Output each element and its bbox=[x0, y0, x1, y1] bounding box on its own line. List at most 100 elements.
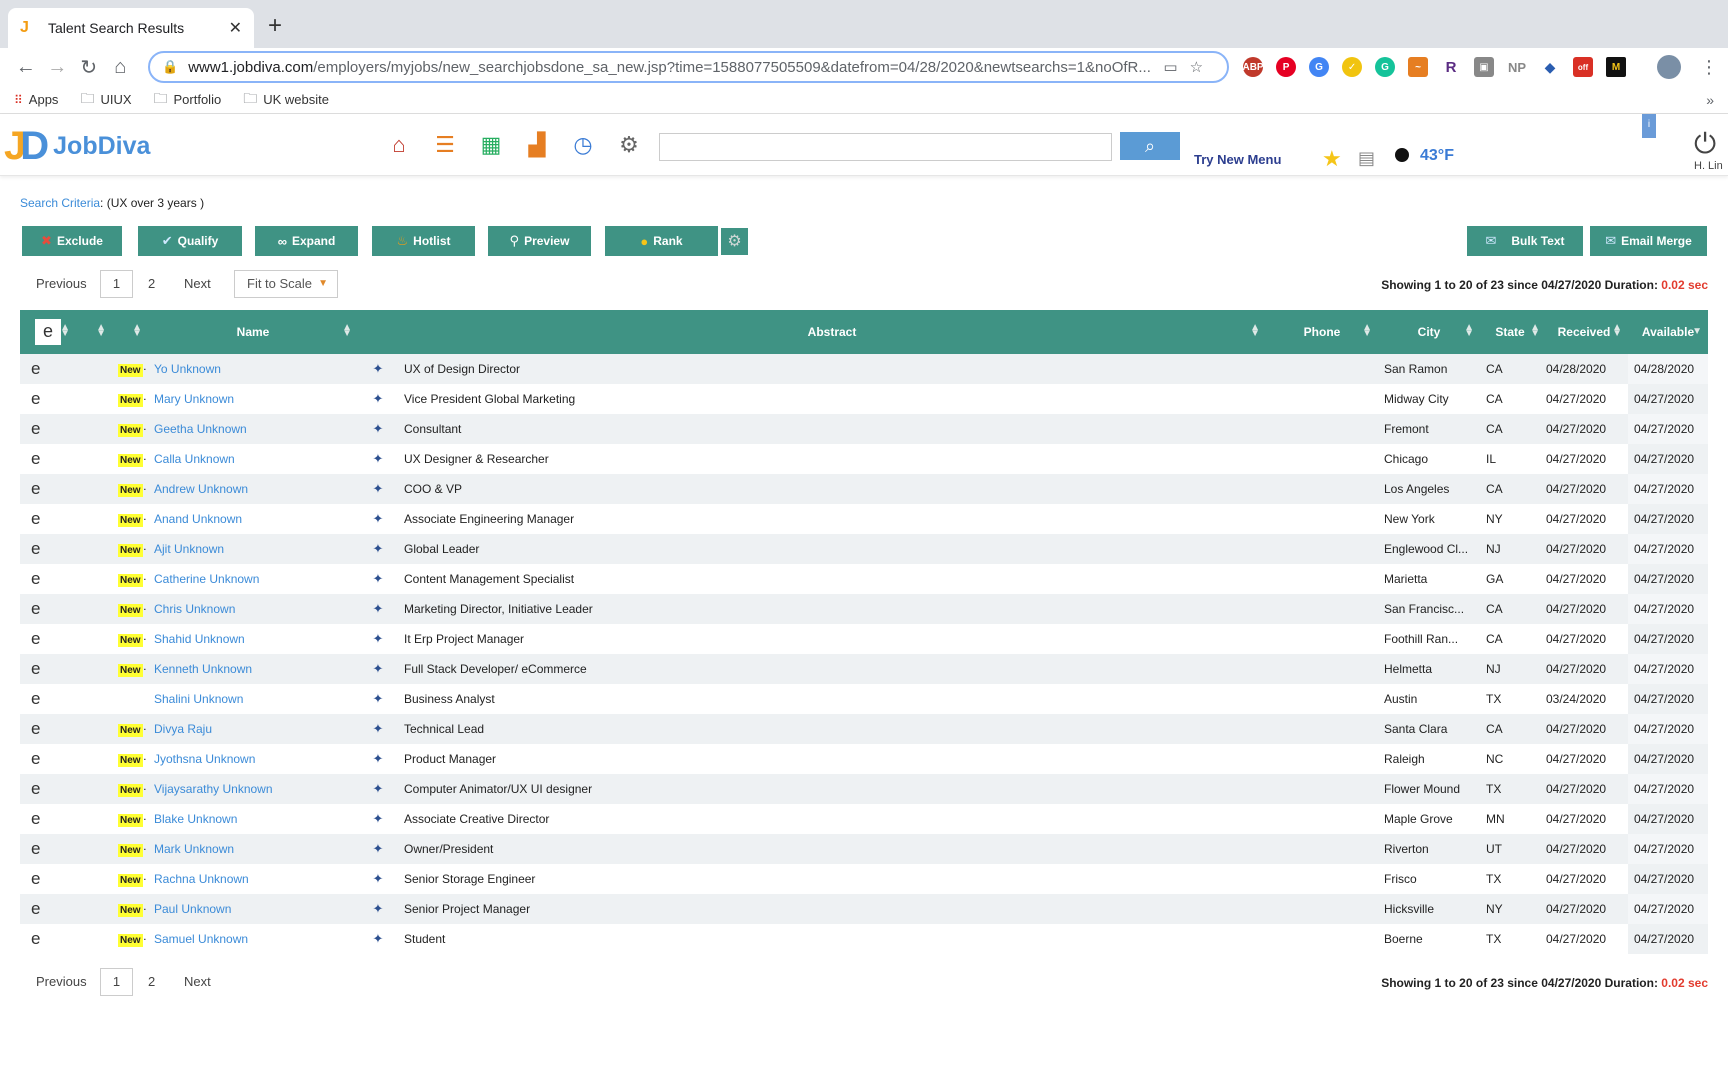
new-tab-icon[interactable]: + bbox=[268, 12, 282, 40]
bookmark-apps[interactable]: ⠿ Apps bbox=[14, 92, 58, 107]
pin-icon[interactable]: ✦ bbox=[358, 594, 398, 624]
e-icon[interactable]: e bbox=[20, 504, 76, 534]
menu-lines-icon[interactable]: ☰ bbox=[432, 132, 458, 158]
reload-icon[interactable]: ↻ bbox=[73, 55, 105, 80]
news-icon[interactable]: ▤ bbox=[1358, 148, 1375, 169]
page-2-link[interactable]: 2 bbox=[148, 276, 155, 291]
gear-icon[interactable]: ⚙ bbox=[616, 132, 642, 158]
table-row[interactable]: e New Geetha Unknown ✦ Consultant Fremont CA 04… bbox=[20, 414, 1708, 444]
grammarly-extension-icon[interactable]: G bbox=[1375, 57, 1396, 77]
pin-icon[interactable]: ✦ bbox=[358, 474, 398, 504]
sort-desc-icon[interactable]: ▼ bbox=[1692, 327, 1702, 337]
table-row[interactable]: e New Mary Unknown ✦ Vice President Global M… bbox=[20, 384, 1708, 414]
sort-icon[interactable]: ▲ ▼ bbox=[60, 323, 70, 339]
candidate-name-link[interactable]: Mary Unknown bbox=[148, 384, 358, 414]
bookmark-uiux[interactable]: 🗀 UIUX bbox=[80, 88, 131, 112]
jobdiva-logo[interactable]: JD JobDiva bbox=[4, 126, 150, 166]
sort-icon[interactable]: ▲ ▼ bbox=[1464, 323, 1474, 339]
candidate-name-link[interactable]: Samuel Unknown bbox=[148, 924, 358, 954]
profile-avatar[interactable] bbox=[1657, 55, 1682, 79]
table-row[interactable]: e New Samuel Unknown ✦ Student Boerne TX 04/27/… bbox=[20, 924, 1708, 954]
pin-icon[interactable]: ✦ bbox=[358, 774, 398, 804]
back-icon[interactable]: ← bbox=[10, 56, 42, 79]
next-page-link[interactable]: Next bbox=[184, 276, 211, 291]
candidate-name-link[interactable]: Mark Unknown bbox=[148, 834, 358, 864]
table-row[interactable]: e New Yo Unknown ✦ UX of Design Director San … bbox=[20, 354, 1708, 384]
pin-icon[interactable]: ✦ bbox=[358, 414, 398, 444]
table-row[interactable]: e New Ajit Unknown ✦ Global Leader Englewood … bbox=[20, 534, 1708, 564]
candidate-name-link[interactable]: Catherine Unknown bbox=[148, 564, 358, 594]
abstract-header[interactable]: Abstract ▲ ▼ bbox=[398, 310, 1266, 354]
grid-icon[interactable]: ▦ bbox=[478, 132, 504, 158]
pin-icon[interactable]: ✦ bbox=[358, 504, 398, 534]
candidate-name-link[interactable]: Shalini Unknown bbox=[148, 684, 358, 714]
e-icon[interactable]: e bbox=[20, 864, 76, 894]
sort-icon[interactable]: ▲ ▼ bbox=[1250, 323, 1260, 339]
bar-chart-icon[interactable]: ▟ bbox=[524, 132, 550, 158]
candidate-name-link[interactable]: Chris Unknown bbox=[148, 594, 358, 624]
sort-icon[interactable]: ▲ ▼ bbox=[132, 323, 142, 339]
candidate-name-link[interactable]: Kenneth Unknown bbox=[148, 654, 358, 684]
table-row[interactable]: e New Paul Unknown ✦ Senior Project Manager H… bbox=[20, 894, 1708, 924]
candidate-name-link[interactable]: Divya Raju bbox=[148, 714, 358, 744]
bookmark-star-icon[interactable]: ▭☆ bbox=[1163, 58, 1215, 76]
e-icon[interactable]: e bbox=[20, 894, 76, 924]
email-merge-button[interactable]: ✉ Email Merge bbox=[1590, 226, 1707, 256]
e-icon[interactable]: e bbox=[20, 414, 76, 444]
candidate-name-link[interactable]: Yo Unknown bbox=[148, 354, 358, 384]
e-icon[interactable]: e bbox=[20, 624, 76, 654]
e-icon[interactable]: e bbox=[20, 564, 76, 594]
quick-search-input[interactable] bbox=[659, 133, 1112, 161]
e-icon[interactable]: e bbox=[20, 654, 76, 684]
pin-icon[interactable]: ✦ bbox=[358, 564, 398, 594]
pin-icon[interactable]: ✦ bbox=[358, 654, 398, 684]
pin-icon[interactable]: ✦ bbox=[358, 714, 398, 744]
pin-icon[interactable]: ✦ bbox=[358, 354, 398, 384]
screenshot-extension-icon[interactable]: ▣ bbox=[1474, 57, 1495, 77]
candidate-name-link[interactable]: Geetha Unknown bbox=[148, 414, 358, 444]
city-header[interactable]: City ▲ ▼ bbox=[1378, 310, 1480, 354]
e-icon[interactable]: e bbox=[20, 834, 76, 864]
e-icon[interactable]: e bbox=[20, 804, 76, 834]
candidate-name-link[interactable]: Vijaysarathy Unknown bbox=[148, 774, 358, 804]
bookmarks-more-icon[interactable]: » bbox=[1706, 92, 1714, 108]
candidate-name-link[interactable]: Calla Unknown bbox=[148, 444, 358, 474]
pin-icon[interactable]: ✦ bbox=[358, 744, 398, 774]
power-icon[interactable]: ⏻ bbox=[1694, 128, 1716, 161]
info-icon[interactable]: i bbox=[1642, 114, 1656, 138]
candidate-name-link[interactable]: Anand Unknown bbox=[148, 504, 358, 534]
select-all-header[interactable]: e ▲ ▼ bbox=[20, 310, 76, 354]
expand-button[interactable]: ∞ Expand bbox=[255, 226, 358, 256]
bookmark-uk-website[interactable]: 🗀 UK website bbox=[243, 88, 329, 112]
pin-icon[interactable]: ✦ bbox=[358, 444, 398, 474]
pin-icon[interactable]: ✦ bbox=[358, 684, 398, 714]
received-header[interactable]: Received ▲ ▼ bbox=[1540, 310, 1628, 354]
forward-icon[interactable]: → bbox=[42, 56, 74, 79]
candidate-name-link[interactable]: Shahid Unknown bbox=[148, 624, 358, 654]
pin-icon[interactable]: ✦ bbox=[358, 894, 398, 924]
flag-header[interactable]: ▲ ▼ bbox=[76, 310, 112, 354]
candidate-name-link[interactable]: Paul Unknown bbox=[148, 894, 358, 924]
table-row[interactable]: e New Rachna Unknown ✦ Senior Storage Engine… bbox=[20, 864, 1708, 894]
exclude-button[interactable]: ✖ Exclude bbox=[22, 226, 122, 256]
e-icon[interactable]: e bbox=[20, 774, 76, 804]
star-icon[interactable]: ★ bbox=[1322, 146, 1342, 172]
state-header[interactable]: State ▲ ▼ bbox=[1480, 310, 1540, 354]
table-row[interactable]: e Shalini Unknown ✦ Business Analyst Austin T… bbox=[20, 684, 1708, 714]
table-row[interactable]: e New Andrew Unknown ✦ COO & VP Los Angeles CA… bbox=[20, 474, 1708, 504]
rank-button[interactable]: ● Rank bbox=[605, 226, 718, 256]
candidate-name-link[interactable]: Rachna Unknown bbox=[148, 864, 358, 894]
sort-icon[interactable]: ▲ ▼ bbox=[1612, 323, 1622, 339]
try-new-menu-link[interactable]: Try New Menu bbox=[1194, 152, 1281, 167]
candidate-name-link[interactable]: Blake Unknown bbox=[148, 804, 358, 834]
pin-icon[interactable]: ✦ bbox=[358, 864, 398, 894]
table-row[interactable]: e New Mark Unknown ✦ Owner/President Riverton… bbox=[20, 834, 1708, 864]
table-row[interactable]: e New Divya Raju ✦ Technical Lead Santa Clara… bbox=[20, 714, 1708, 744]
adblock-extension-icon[interactable]: ABP bbox=[1242, 57, 1264, 77]
table-row[interactable]: e New Shahid Unknown ✦ It Erp Project Manage… bbox=[20, 624, 1708, 654]
previous-page-link[interactable]: Previous bbox=[36, 276, 87, 291]
new-header[interactable]: ▲ ▼ bbox=[112, 310, 148, 354]
translate-extension-icon[interactable]: G bbox=[1309, 57, 1330, 77]
preview-button[interactable]: ⚲ Preview bbox=[488, 226, 591, 256]
table-row[interactable]: e New Vijaysarathy Unknown ✦ Computer Animat… bbox=[20, 774, 1708, 804]
